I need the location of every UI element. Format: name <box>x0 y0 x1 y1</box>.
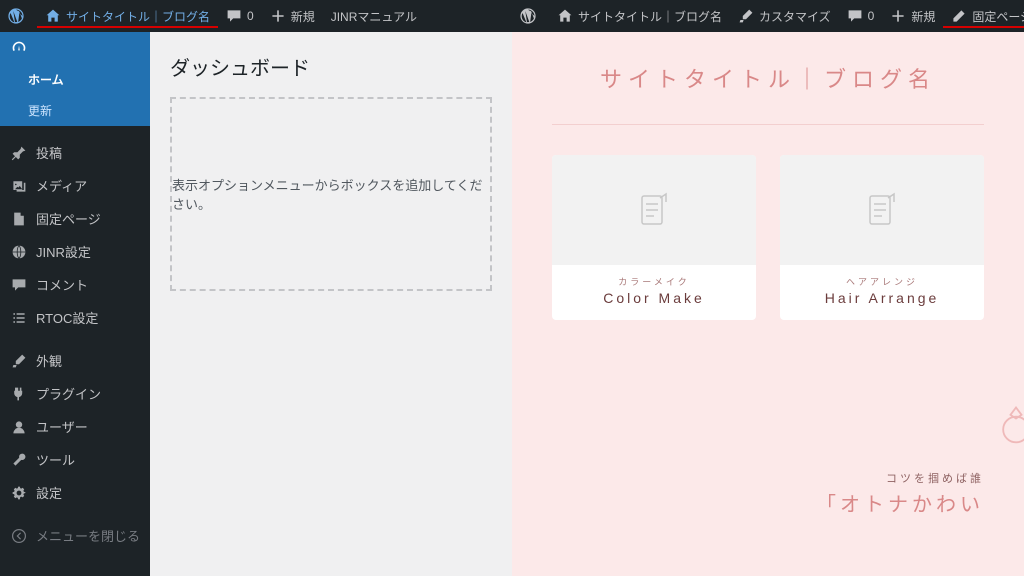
admin-content: ダッシュボード 表示オプションメニューからボックスを追加してください。 <box>150 32 512 576</box>
frontend-right: サイトタイトル｜ブログ名 カスタマイズ 0 新規 固定ページを編集 JINR <box>512 0 1024 576</box>
brush-icon <box>10 352 28 370</box>
menu-plugins[interactable]: プラグイン <box>0 377 150 410</box>
admin-bar-right: サイトタイトル｜ブログ名 カスタマイズ 0 新規 固定ページを編集 JINR <box>512 0 1024 32</box>
menu-label: 投稿 <box>36 143 62 162</box>
menu-comments[interactable]: コメント <box>0 268 150 301</box>
new-label: 新規 <box>911 8 935 25</box>
home-icon <box>557 8 573 24</box>
card-tag: カラーメイク <box>552 275 756 288</box>
media-icon <box>10 177 28 195</box>
card-tag: ヘアアレンジ <box>780 275 984 288</box>
card-color-make[interactable]: カラーメイク Color Make <box>552 155 756 320</box>
submenu-update[interactable]: 更新 <box>0 95 150 126</box>
customize-button[interactable]: カスタマイズ <box>730 0 839 32</box>
site-title-button[interactable]: サイトタイトル｜ブログ名 <box>37 0 218 32</box>
menu-label: ツール <box>36 450 75 469</box>
menu-posts[interactable]: 投稿 <box>0 136 150 169</box>
page-icon <box>10 210 28 228</box>
site-title-label: サイトタイトル｜ブログ名 <box>578 8 722 25</box>
plus-icon <box>890 8 906 24</box>
dashboard-icon <box>10 39 28 57</box>
comment-icon <box>847 8 863 24</box>
comments-button[interactable]: 0 <box>839 0 883 32</box>
dashboard-empty-box: 表示オプションメニューからボックスを追加してください。 <box>170 97 492 291</box>
site-title-label: サイトタイトル｜ブログ名 <box>66 8 210 25</box>
new-button[interactable]: 新規 <box>262 0 323 32</box>
jinr-label: JINRマニュアル <box>331 8 417 25</box>
card-thumb <box>552 155 756 265</box>
brush-icon <box>738 8 754 24</box>
menu-media[interactable]: メディア <box>0 169 150 202</box>
comment-icon <box>226 8 242 24</box>
wp-logo-button[interactable] <box>512 0 549 32</box>
comments-button[interactable]: 0 <box>218 0 262 32</box>
menu-label: JINR設定 <box>36 242 91 261</box>
plug-icon <box>10 385 28 403</box>
globe-icon <box>10 243 28 261</box>
card-title: Hair Arrange <box>780 290 984 306</box>
home-icon <box>45 8 61 24</box>
menu-tools[interactable]: ツール <box>0 443 150 476</box>
edit-fixed-label: 固定ページを編集 <box>972 8 1024 25</box>
site-title-button[interactable]: サイトタイトル｜ブログ名 <box>549 0 730 32</box>
wordpress-icon <box>8 8 24 24</box>
document-icon <box>630 186 678 234</box>
menu-pages[interactable]: 固定ページ <box>0 202 150 235</box>
frontend-site-title: サイトタイトル｜ブログ名 <box>552 62 984 94</box>
menu-label: 設定 <box>36 483 62 502</box>
menu-label: RTOC設定 <box>36 308 98 327</box>
wordpress-icon <box>520 8 536 24</box>
jinr-manual-link[interactable]: JINRマニュアル <box>323 0 425 32</box>
new-label: 新規 <box>291 8 315 25</box>
card-hair-arrange[interactable]: ヘアアレンジ Hair Arrange <box>780 155 984 320</box>
dashboard-empty-text: 表示オプションメニューからボックスを追加してください。 <box>172 175 490 213</box>
menu-label: プラグイン <box>36 384 101 403</box>
comments-count: 0 <box>247 9 254 23</box>
submenu-home[interactable]: ホーム <box>0 64 150 95</box>
wp-admin-left: サイトタイトル｜ブログ名 0 新規 JINRマニュアル サイトを表示 <box>0 0 512 576</box>
customize-label: カスタマイズ <box>759 8 831 25</box>
ring-icon <box>994 402 1024 446</box>
card-thumb <box>780 155 984 265</box>
card-row: カラーメイク Color Make ヘアアレンジ Hair Arrange <box>552 155 984 320</box>
menu-label: メディア <box>36 176 87 195</box>
menu-settings[interactable]: 設定 <box>0 476 150 509</box>
tagline-big: 「オトナかわい <box>816 488 984 517</box>
menu-collapse[interactable]: メニューを閉じる <box>0 519 150 552</box>
tagline-small: コツを掴めば誰 <box>886 470 984 486</box>
comments-count: 0 <box>868 9 875 23</box>
divider <box>552 124 984 125</box>
card-title: Color Make <box>552 290 756 306</box>
edit-fixed-page-button[interactable]: 固定ページを編集 <box>943 0 1024 32</box>
menu-label: コメント <box>36 275 88 294</box>
wp-logo-button[interactable] <box>0 0 37 32</box>
menu-users[interactable]: ユーザー <box>0 410 150 443</box>
pencil-icon <box>951 8 967 24</box>
admin-sidebar: ホーム 更新 投稿 メディア 固定ページ JINR設定 コメント RTOC設定 … <box>0 32 150 576</box>
ring-decoration <box>994 402 1024 449</box>
plus-icon <box>270 8 286 24</box>
user-icon <box>10 418 28 436</box>
page-title: ダッシュボード <box>170 52 492 81</box>
menu-label: 外観 <box>36 351 62 370</box>
document-icon <box>858 186 906 234</box>
new-button[interactable]: 新規 <box>882 0 943 32</box>
menu-jinr[interactable]: JINR設定 <box>0 235 150 268</box>
list-icon <box>10 309 28 327</box>
menu-label: ユーザー <box>36 417 88 436</box>
gear-icon <box>10 484 28 502</box>
menu-dashboard[interactable] <box>0 32 150 64</box>
wrench-icon <box>10 451 28 469</box>
frontend-body: サイトタイトル｜ブログ名 カラーメイク Color Make ヘアアレンジ Ha… <box>512 32 1024 576</box>
admin-bar-left: サイトタイトル｜ブログ名 0 新規 JINRマニュアル <box>0 0 512 32</box>
menu-label: メニューを閉じる <box>36 526 140 545</box>
menu-rtoc[interactable]: RTOC設定 <box>0 301 150 334</box>
pin-icon <box>10 144 28 162</box>
collapse-icon <box>10 527 28 545</box>
comment-icon <box>10 276 28 294</box>
menu-label: 固定ページ <box>36 209 101 228</box>
menu-appearance[interactable]: 外観 <box>0 344 150 377</box>
